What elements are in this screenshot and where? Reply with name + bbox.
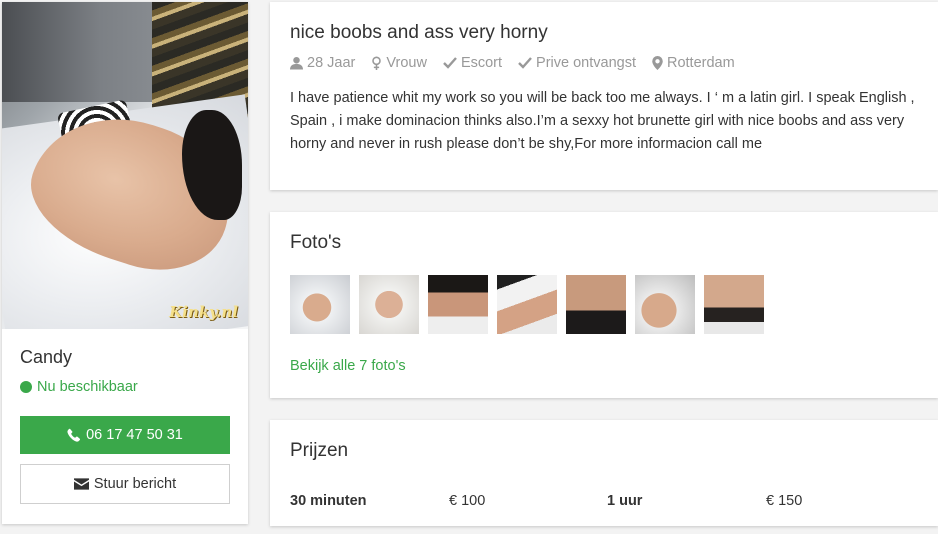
meta-type-label: Escort [460, 55, 503, 71]
meta-age: 28 Jaar [290, 55, 355, 71]
profile-card: Kinky.nl Candy Nu beschikbaar 06 17 47 5… [2, 2, 248, 524]
watermark: Kinky.nl [169, 303, 238, 321]
photo-thumbnail[interactable] [566, 275, 626, 334]
send-message-button[interactable]: Stuur bericht [20, 464, 230, 504]
view-all-photos-link[interactable]: Bekijk alle 7 foto's [290, 358, 406, 374]
call-button[interactable]: 06 17 47 50 31 [20, 416, 230, 454]
photo-thumbnail[interactable] [428, 275, 488, 334]
meta-age-label: 28 Jaar [307, 55, 356, 71]
photos-title: Foto's [290, 232, 342, 253]
photo-thumbnail[interactable] [704, 275, 764, 334]
availability-status: Nu beschikbaar [20, 379, 138, 395]
photo-thumbnails [290, 275, 773, 334]
photo-thumbnail[interactable] [635, 275, 695, 334]
meta-gender: Vrouw [371, 55, 427, 71]
price-amount: € 150 [766, 493, 803, 509]
profile-meta: 28 Jaar Vrouw Escort Prive ontvangst Rot… [290, 55, 751, 71]
prices-title: Prijzen [290, 440, 349, 461]
meta-city-label: Rotterdam [666, 55, 735, 71]
photo-thumbnail[interactable] [359, 275, 419, 334]
meta-location-type-label: Prive ontvangst [536, 55, 636, 71]
about-card: nice boobs and ass very horny 28 Jaar Vr… [270, 2, 938, 190]
photo-thumbnail[interactable] [290, 275, 350, 334]
prices-card: Prijzen 30 minuten € 100 1 uur € 150 [270, 420, 938, 526]
call-button-label: 06 17 47 50 31 [86, 427, 183, 443]
envelope-icon [73, 478, 89, 490]
user-icon [290, 56, 303, 70]
check-icon [443, 57, 457, 69]
meta-gender-label: Vrouw [386, 55, 427, 71]
price-amount: € 100 [449, 493, 486, 509]
check-icon [518, 57, 532, 69]
venus-icon [372, 56, 382, 70]
photo-thumbnail[interactable] [497, 275, 557, 334]
profile-photo[interactable]: Kinky.nl [2, 2, 248, 329]
status-dot-icon [20, 381, 32, 393]
price-duration: 30 minuten [290, 493, 367, 509]
ad-title: nice boobs and ass very horny [290, 22, 548, 43]
availability-label: Nu beschikbaar [37, 379, 138, 395]
map-marker-icon [652, 56, 663, 70]
profile-name: Candy [20, 347, 73, 367]
meta-type: Escort [443, 55, 502, 71]
meta-city: Rotterdam [652, 55, 735, 71]
ad-description: I have patience whit my work so you will… [290, 90, 915, 152]
phone-icon [67, 428, 81, 442]
photos-card: Foto's Bekijk alle 7 foto's [270, 212, 938, 398]
price-duration: 1 uur [607, 493, 643, 509]
send-message-label: Stuur bericht [93, 476, 177, 492]
meta-location-type: Prive ontvangst [518, 55, 636, 71]
